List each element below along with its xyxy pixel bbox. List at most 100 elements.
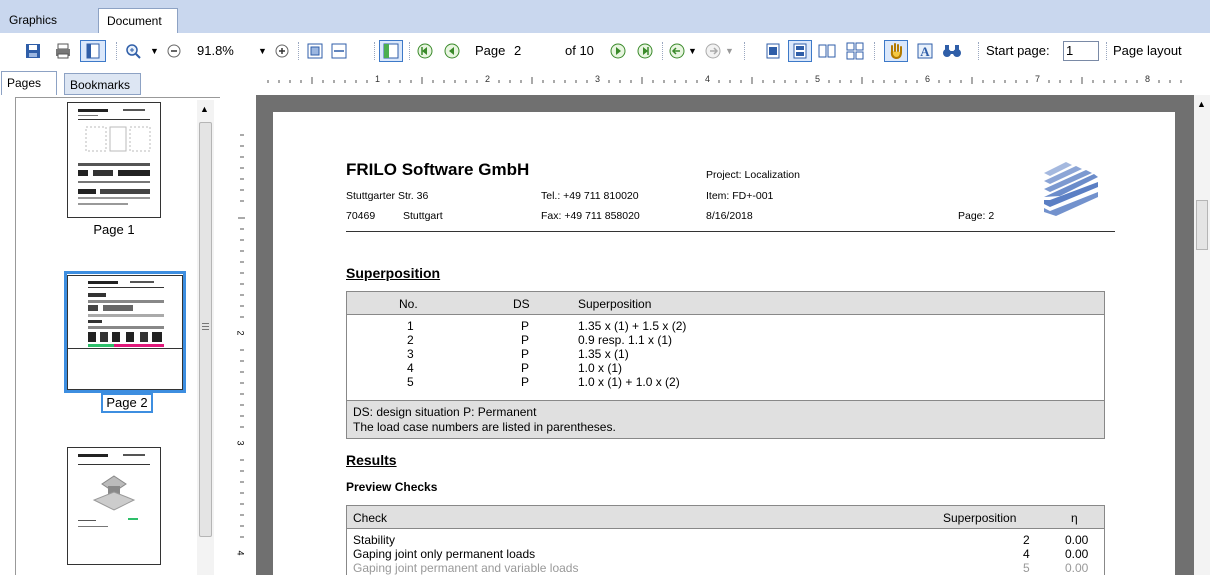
check-row-eta: 0.00 — [1065, 547, 1089, 561]
zoom-list-icon[interactable]: ▼ — [258, 40, 267, 62]
superposition-rows: 1 P 1.35 x (1) + 1.5 x (2) 2 P 0.9 resp.… — [347, 315, 1104, 400]
sp-row-sp: 1.0 x (1) + 1.0 x (2) — [578, 375, 680, 389]
scroll-up-icon[interactable]: ▲ — [200, 104, 209, 114]
col-check: Check — [353, 511, 388, 525]
tab-bookmarks[interactable]: Bookmarks — [64, 73, 141, 95]
print-icon[interactable] — [54, 40, 72, 62]
company-tel: Tel.: +49 711 810020 — [541, 190, 639, 202]
sp-row-ds: P — [521, 319, 530, 333]
ruler-mark-2: 2 — [485, 74, 491, 84]
pages-scrollbar[interactable]: ▲ — [197, 100, 214, 575]
vruler-mark-4: 4 — [235, 550, 246, 556]
sp-note-loadcases: The load case numbers are listed in pare… — [353, 420, 616, 434]
page-thumbnail-3[interactable] — [67, 447, 161, 565]
pages-scrollbar-thumb[interactable] — [199, 122, 212, 537]
sp-note-ds: DS: design situation P: Permanent — [353, 405, 537, 419]
document-scrollbar[interactable]: ▲ — [1194, 95, 1210, 575]
sp-row-ds: P — [521, 375, 530, 389]
zoom-in-icon[interactable] — [124, 40, 142, 62]
forward-dropdown-icon[interactable]: ▼ — [725, 40, 734, 62]
col-superposition: Superposition — [578, 297, 652, 311]
sp-row-ds: P — [521, 347, 530, 361]
back-icon[interactable] — [668, 40, 686, 62]
page-layout-button[interactable]: Page layout — [1113, 43, 1182, 58]
tab-pages[interactable]: Pages — [1, 71, 57, 95]
thumbnails-icon[interactable] — [379, 40, 403, 62]
hand-tool-icon[interactable] — [884, 40, 908, 62]
zoom-out-icon[interactable] — [166, 40, 182, 62]
vertical-ruler: 2 3 4 — [230, 100, 254, 575]
superposition-table: No. DS Superposition 1 P 1.35 x (1) + 1.… — [346, 291, 1105, 439]
checks-table-header: Check Superposition η — [347, 506, 1104, 529]
fit-page-icon[interactable] — [306, 40, 324, 62]
first-page-icon[interactable] — [416, 40, 434, 62]
multi-page-icon[interactable] — [846, 40, 864, 62]
check-row-name: Gaping joint permanent and variable load… — [353, 561, 579, 575]
superposition-table-header: No. DS Superposition — [347, 292, 1104, 315]
prev-page-icon[interactable] — [443, 40, 461, 62]
vruler-mark-2: 2 — [235, 330, 246, 336]
thumbnail-label-1: Page 1 — [93, 222, 135, 237]
superposition-notes: DS: design situation P: Permanent The lo… — [347, 400, 1104, 438]
facing-pages-icon[interactable] — [818, 40, 836, 62]
superposition-heading: Superposition — [346, 265, 441, 281]
col-eta: η — [1071, 511, 1078, 525]
ruler-mark-8: 8 — [1145, 74, 1151, 84]
sp-row-no: 5 — [407, 375, 414, 389]
sp-row-no: 1 — [407, 319, 414, 333]
page-number-field[interactable]: 2 — [514, 43, 521, 58]
sp-row-no: 3 — [407, 347, 414, 361]
sp-row-ds: P — [521, 333, 530, 347]
thumbnail-label-2: Page 2 — [101, 393, 153, 413]
checks-table: Check Superposition η Stability 2 0.00 G… — [346, 505, 1105, 575]
ruler-mark-3: 3 — [595, 74, 601, 84]
toolbar: ▼ 91.8% ▼ Page 2 of 10 ▼ ▼ A Start page:… — [0, 34, 1210, 69]
date-label: 8/16/2018 — [706, 210, 753, 222]
check-row-sp: 2 — [1023, 533, 1030, 547]
vruler-mark-3: 3 — [235, 440, 246, 446]
check-row-name: Stability — [353, 533, 396, 547]
project-label: Project: Localization — [706, 169, 800, 181]
sp-row-no: 4 — [407, 361, 414, 375]
item-label: Item: FD+-001 — [706, 190, 774, 202]
check-row-eta: 0.00 — [1065, 533, 1089, 547]
forward-icon[interactable] — [704, 40, 722, 62]
page-thumbnail-2[interactable] — [67, 275, 183, 390]
page-view-icon[interactable] — [80, 40, 106, 62]
col-check-superposition: Superposition — [943, 511, 1017, 525]
start-page-input[interactable]: 1 — [1063, 41, 1099, 61]
ruler-mark-5: 5 — [815, 74, 821, 84]
ruler-mark-1: 1 — [375, 74, 381, 84]
results-heading: Results — [346, 452, 397, 468]
save-icon[interactable] — [24, 40, 42, 62]
find-icon[interactable] — [942, 40, 962, 62]
page-label: Page — [475, 43, 506, 58]
zoom-value[interactable]: 91.8% — [197, 43, 234, 58]
sp-row-sp: 1.35 x (1) + 1.5 x (2) — [578, 319, 687, 333]
page-thumbnail-1[interactable] — [67, 102, 161, 218]
back-dropdown-icon[interactable]: ▼ — [688, 40, 697, 62]
page-count: of 10 — [565, 43, 594, 58]
fit-width-icon[interactable] — [330, 40, 348, 62]
document-scrollbar-thumb[interactable] — [1196, 200, 1208, 250]
text-select-icon[interactable]: A — [916, 40, 934, 62]
continuous-page-icon[interactable] — [788, 40, 812, 62]
next-page-icon[interactable] — [609, 40, 627, 62]
doc-scroll-up-icon[interactable]: ▲ — [1197, 99, 1206, 109]
zoom-dropdown-icon[interactable]: ▼ — [150, 40, 159, 62]
start-page-label: Start page: — [986, 43, 1050, 58]
check-row-name: Gaping joint only permanent loads — [353, 547, 536, 561]
sp-row-sp: 0.9 resp. 1.1 x (1) — [578, 333, 673, 347]
sp-row-sp: 1.0 x (1) — [578, 361, 623, 375]
page-number-label: Page: 2 — [958, 210, 995, 222]
sp-row-sp: 1.35 x (1) — [578, 347, 629, 361]
single-page-icon[interactable] — [764, 40, 782, 62]
frilo-logo — [1044, 162, 1098, 216]
last-page-icon[interactable] — [636, 40, 654, 62]
check-row-sp: 4 — [1023, 547, 1030, 561]
ruler-mark-4: 4 — [705, 74, 711, 84]
tab-graphics[interactable]: Graphics — [1, 8, 89, 33]
tab-document[interactable]: Document — [98, 8, 178, 33]
zoom-plus-icon[interactable] — [274, 40, 290, 62]
company-name: FRILO Software GmbH — [346, 160, 530, 179]
